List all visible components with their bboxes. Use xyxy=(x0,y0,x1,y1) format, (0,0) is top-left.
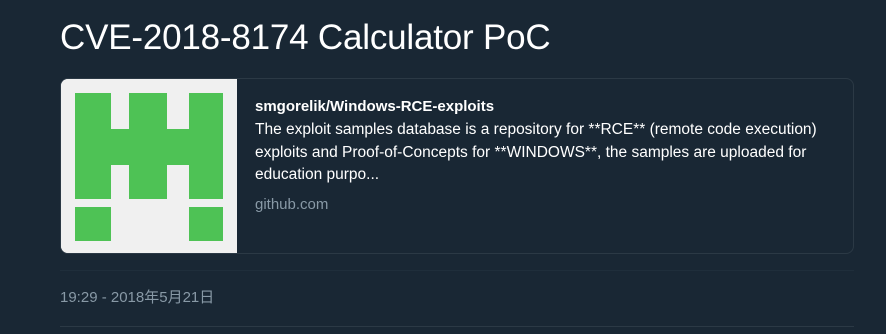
divider xyxy=(60,270,854,271)
link-card-description: The exploit samples database is a reposi… xyxy=(255,121,817,183)
tweet-text: CVE-2018-8174 Calculator PoC xyxy=(60,18,551,57)
link-card-body: smgorelik/Windows-RCE-exploits The explo… xyxy=(255,97,839,215)
tweet-card: CVE-2018-8174 Calculator PoC smgorelik/W… xyxy=(0,0,886,334)
link-preview-card[interactable]: smgorelik/Windows-RCE-exploits The explo… xyxy=(60,78,854,254)
divider xyxy=(60,326,854,327)
link-card-domain: github.com xyxy=(255,195,329,213)
tweet-timestamp[interactable]: 19:29 - 2018年5月21日 xyxy=(60,286,214,307)
link-card-title[interactable]: smgorelik/Windows-RCE-exploits xyxy=(255,97,839,117)
github-identicon-icon xyxy=(61,79,237,253)
